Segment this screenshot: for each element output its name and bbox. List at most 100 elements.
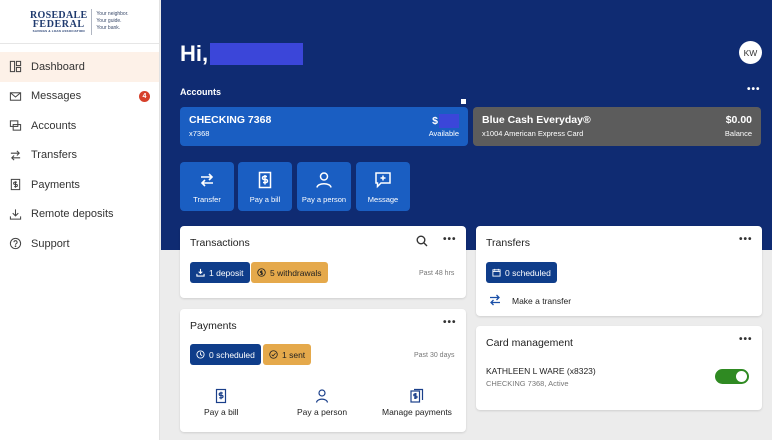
sidebar-item-remote-deposits[interactable]: Remote deposits <box>0 200 159 230</box>
person-icon <box>315 389 329 403</box>
unread-badge: 4 <box>139 90 150 102</box>
account-card-credit[interactable]: Blue Cash Everyday® x1004 American Expre… <box>473 107 761 146</box>
card-title: Transfers <box>486 237 530 249</box>
sidebar-item-label: Support <box>31 237 70 250</box>
account-number: x1004 American Express Card <box>482 129 584 138</box>
accounts-icon <box>8 119 22 133</box>
sidebar-item-payments[interactable]: Payments <box>0 170 159 200</box>
redacted-balance <box>439 114 459 128</box>
bill-icon <box>216 388 227 404</box>
sidebar-item-label: Remote deposits <box>31 208 114 221</box>
card-management-more-button[interactable]: ••• <box>739 334 753 345</box>
logo-divider <box>91 8 93 35</box>
download-icon <box>8 207 22 221</box>
bill-icon <box>258 171 272 189</box>
sidebar-item-label: Payments <box>31 178 80 191</box>
logo-line-2: FEDERAL <box>32 18 85 30</box>
greeting-text: Hi, <box>180 41 209 66</box>
dollar-circle-icon <box>257 268 266 277</box>
logo-line-3: SAVINGS & LOAN ASSOCIATION <box>32 28 85 33</box>
quick-action-message[interactable]: Message <box>356 162 410 211</box>
accounts-more-button[interactable]: ••• <box>747 84 761 95</box>
envelope-icon <box>8 89 22 103</box>
pay-person-action[interactable]: Pay a person <box>297 388 347 417</box>
account-card-checking[interactable]: CHECKING 7368 x7368 $ Available <box>180 107 468 146</box>
transactions-period: Past 48 hrs <box>419 270 455 277</box>
card-detail: CHECKING 7368, Active <box>486 379 569 388</box>
balance-label: Available <box>428 129 459 138</box>
transfer-arrows-icon <box>490 294 500 306</box>
payments-scheduled-count: 0 scheduled <box>209 349 255 360</box>
account-balance: $ <box>432 114 459 128</box>
search-icon[interactable] <box>416 235 428 247</box>
help-icon <box>8 237 22 251</box>
sidebar-item-label: Dashboard <box>31 60 85 73</box>
sidebar-item-accounts[interactable]: Accounts <box>0 111 159 141</box>
transfer-icon <box>200 173 214 187</box>
clock-icon <box>196 350 205 359</box>
tagline-3: Your bank. <box>96 25 121 31</box>
tagline-1: Your neighbor. <box>96 11 129 17</box>
sidebar-item-label: Accounts <box>31 119 77 132</box>
quick-action-label: Message <box>367 195 399 204</box>
quick-action-label: Transfer <box>193 195 221 204</box>
dashboard-header: Hi, KW Accounts ••• CHECKING 7368 x7368 … <box>161 0 772 250</box>
manage-payments-action[interactable]: Manage payments <box>382 388 452 417</box>
sidebar-item-transfers[interactable]: Transfers <box>0 141 159 171</box>
quick-action-label: Pay a bill <box>249 195 281 204</box>
deposits-count: 1 deposit <box>209 267 244 278</box>
bank-logo[interactable]: ROSEDALE FEDERAL SAVINGS & LOAN ASSOCIAT… <box>0 0 159 44</box>
balance-label: Balance <box>724 129 752 138</box>
manage-bills-icon <box>410 388 424 403</box>
logo-wordmark: ROSEDALE FEDERAL SAVINGS & LOAN ASSOCIAT… <box>30 10 87 33</box>
make-transfer-link[interactable]: Make a transfer <box>512 296 571 306</box>
quick-action-pay-person[interactable]: Pay a person <box>297 162 351 211</box>
calendar-icon <box>492 268 501 277</box>
balance-currency: $ <box>432 115 438 127</box>
sidebar-item-support[interactable]: Support <box>0 229 159 259</box>
pay-action-label: Pay a person <box>297 407 348 417</box>
payments-sent-pill[interactable]: 1 sent <box>263 344 312 365</box>
sidebar-item-label: Messages <box>31 90 82 103</box>
sidebar: ROSEDALE FEDERAL SAVINGS & LOAN ASSOCIAT… <box>0 0 160 440</box>
resize-handle <box>461 99 466 104</box>
quick-action-transfer[interactable]: Transfer <box>180 162 234 211</box>
sidebar-item-label: Transfers <box>31 149 78 162</box>
payments-more-button[interactable]: ••• <box>443 317 457 328</box>
person-icon <box>316 172 332 188</box>
deposits-pill[interactable]: 1 deposit <box>190 262 250 283</box>
sidebar-item-messages[interactable]: Messages 4 <box>0 82 159 112</box>
withdrawals-count: 5 withdrawals <box>270 267 322 278</box>
account-balance: $0.00 <box>725 114 752 126</box>
transfers-scheduled-pill[interactable]: 0 scheduled <box>486 262 557 283</box>
dollar-doc-icon <box>8 178 22 192</box>
greeting: Hi, <box>180 41 304 67</box>
payments-period: Past 30 days <box>414 352 455 359</box>
avatar[interactable]: KW <box>739 41 762 64</box>
transactions-more-button[interactable]: ••• <box>443 234 457 245</box>
payments-sent-count: 1 sent <box>282 349 306 360</box>
pay-bill-action[interactable]: Pay a bill <box>204 388 239 417</box>
pay-action-label: Pay a bill <box>204 407 239 417</box>
account-name: CHECKING 7368 <box>189 114 272 126</box>
transfers-scheduled-count: 0 scheduled <box>505 267 551 278</box>
check-circle-icon <box>269 350 278 359</box>
download-icon <box>196 268 205 277</box>
card-holder: KATHLEEN L WARE (x8323) <box>486 366 596 376</box>
payments-scheduled-pill[interactable]: 0 scheduled <box>190 344 261 365</box>
sidebar-item-dashboard[interactable]: Dashboard <box>0 52 159 82</box>
account-number: x7368 <box>189 129 210 138</box>
transfers-more-button[interactable]: ••• <box>739 234 753 245</box>
card-active-toggle[interactable] <box>715 369 749 384</box>
pay-action-label: Manage payments <box>382 407 452 417</box>
dashboard-icon <box>8 60 22 74</box>
redacted-name <box>210 43 304 65</box>
card-title: Payments <box>190 320 237 332</box>
logo-tagline: Your neighbor. Your guide. Your bank. <box>96 11 128 32</box>
card-title: Card management <box>486 337 573 349</box>
card-title: Transactions <box>190 237 250 249</box>
quick-action-pay-bill[interactable]: Pay a bill <box>238 162 292 211</box>
account-name: Blue Cash Everyday® <box>482 114 591 126</box>
sidebar-nav: Dashboard Messages 4 Accounts Transfers … <box>0 52 159 259</box>
withdrawals-pill[interactable]: 5 withdrawals <box>251 262 328 283</box>
